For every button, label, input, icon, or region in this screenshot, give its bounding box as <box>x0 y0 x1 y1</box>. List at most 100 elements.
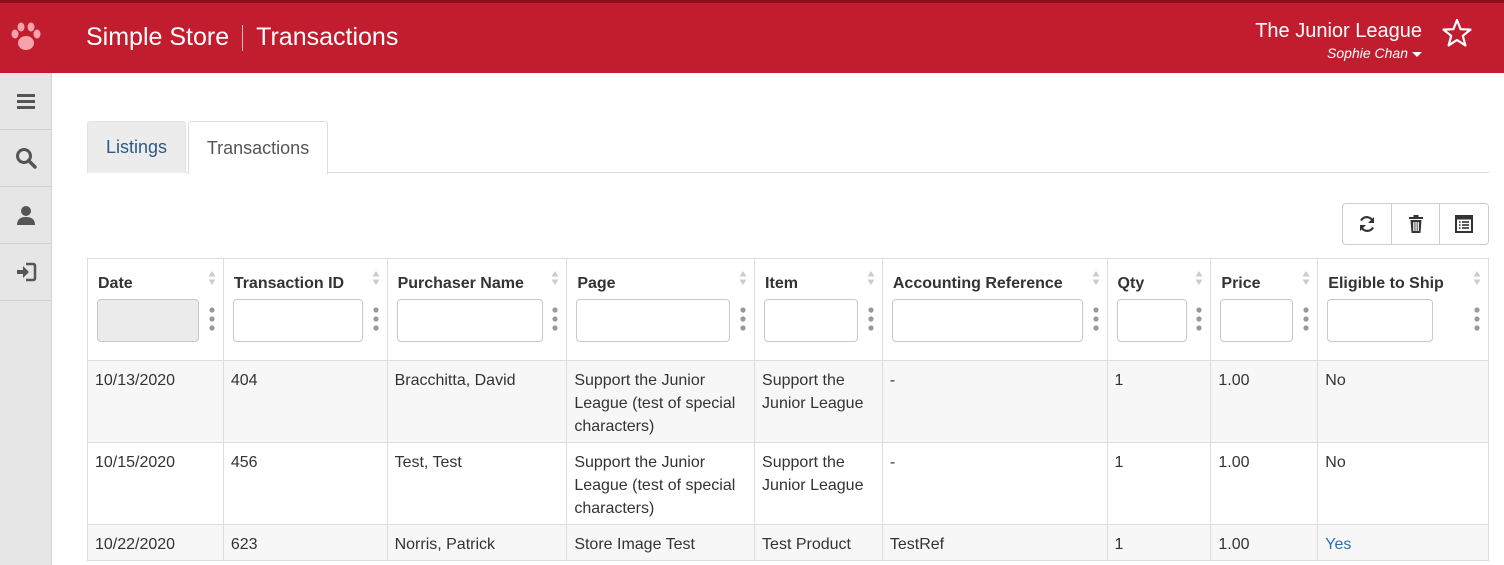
delete-button[interactable] <box>1392 204 1441 244</box>
eligible-to-ship-filter-input[interactable] <box>1327 299 1434 342</box>
column-menu-icon[interactable] <box>1303 306 1309 332</box>
transactions-grid: Date Transaction ID Purchaser Name Page … <box>87 258 1489 561</box>
paw-logo-icon[interactable] <box>8 19 44 55</box>
caret-down-icon <box>1412 51 1422 57</box>
column-header[interactable]: Price <box>1211 259 1319 360</box>
sort-icon[interactable] <box>551 270 559 286</box>
sort-icon[interactable] <box>372 270 380 286</box>
qty-cell: 1 <box>1108 443 1212 524</box>
star-icon[interactable] <box>1442 18 1472 48</box>
column-header[interactable]: Purchaser Name <box>388 259 568 360</box>
eligible-to-ship-cell: No <box>1325 372 1346 389</box>
column-menu-icon[interactable] <box>209 306 215 332</box>
column-header[interactable]: Qty <box>1108 259 1212 360</box>
column-title: Qty <box>1117 275 1145 292</box>
purchaser-name-cell: Norris, Patrick <box>388 525 568 560</box>
accounting-reference-cell: - <box>883 443 1108 524</box>
column-title: Item <box>765 275 798 292</box>
price-cell: 1.00 <box>1211 443 1319 524</box>
column-menu-icon[interactable] <box>1474 306 1480 332</box>
page-cell: Support the Junior League (test of speci… <box>567 443 756 524</box>
tab-listings[interactable]: Listings <box>87 121 186 173</box>
column-menu-icon[interactable] <box>1092 306 1099 332</box>
date-cell: 10/13/2020 <box>88 361 224 442</box>
grid-toolbar <box>1342 203 1489 245</box>
accounting-reference-cell: TestRef <box>883 525 1108 560</box>
search-icon <box>16 148 37 169</box>
sort-icon[interactable] <box>1092 270 1100 286</box>
column-chooser-icon <box>1455 215 1474 233</box>
column-header[interactable]: Transaction ID <box>224 259 388 360</box>
column-title: Eligible to Ship <box>1328 275 1444 292</box>
column-header[interactable]: Eligible to Ship <box>1318 259 1488 360</box>
transaction-id-cell: 623 <box>224 525 388 560</box>
sidebar-search-button[interactable] <box>0 130 52 187</box>
sort-icon[interactable] <box>1473 270 1481 286</box>
user-menu-toggle[interactable]: Sophie Chan <box>1327 45 1422 61</box>
user-icon <box>17 206 35 225</box>
page-filter-input[interactable] <box>576 299 731 342</box>
column-title: Page <box>577 275 616 292</box>
column-menu-icon[interactable] <box>372 306 379 332</box>
column-menu-icon[interactable] <box>740 306 746 332</box>
column-title: Date <box>98 275 133 292</box>
eligible-to-ship-link[interactable]: Yes <box>1318 525 1488 560</box>
column-header[interactable]: Date <box>88 259 224 360</box>
app-name[interactable]: Simple Store <box>86 23 229 52</box>
sort-icon[interactable] <box>867 270 875 286</box>
accounting-reference-cell: - <box>883 361 1108 442</box>
left-sidebar <box>0 73 52 565</box>
price-cell: 1.00 <box>1211 525 1319 560</box>
user-name: Sophie Chan <box>1327 45 1408 61</box>
sidebar-sign-in-button[interactable] <box>0 244 52 301</box>
page-title: Transactions <box>256 23 399 51</box>
price-filter-input[interactable] <box>1220 299 1294 342</box>
item-cell: Test Product <box>755 525 883 560</box>
column-title: Purchaser Name <box>397 275 524 292</box>
purchaser-name-filter-input[interactable] <box>396 299 543 342</box>
page-cell: Store Image Test <box>567 525 756 560</box>
column-chooser-button[interactable] <box>1440 204 1488 244</box>
refresh-icon <box>1359 216 1374 232</box>
sidebar-user-button[interactable] <box>0 187 52 244</box>
column-menu-icon[interactable] <box>552 306 558 332</box>
table-row[interactable]: 10/13/2020 404 Bracchitta, David Support… <box>88 361 1488 443</box>
item-cell: Support the Junior League <box>755 443 883 524</box>
column-header[interactable]: Item <box>755 259 883 360</box>
column-menu-icon[interactable] <box>868 306 874 332</box>
top-header: Simple Store Transactions The Junior Lea… <box>0 0 1504 73</box>
transaction-id-cell: 456 <box>224 443 388 524</box>
table-row[interactable]: 10/15/2020 456 Test, Test Support the Ju… <box>88 443 1488 525</box>
column-menu-icon[interactable] <box>1196 306 1203 332</box>
column-title: Accounting Reference <box>892 275 1063 292</box>
eligible-to-ship-cell: No <box>1325 454 1346 471</box>
column-header[interactable]: Accounting Reference <box>883 259 1108 360</box>
sort-icon[interactable] <box>1195 270 1203 286</box>
qty-filter-input[interactable] <box>1116 299 1187 342</box>
tab-bar: Listings Transactions <box>87 121 1489 174</box>
transaction-id-filter-input[interactable] <box>232 299 363 342</box>
date-cell: 10/15/2020 <box>88 443 224 524</box>
refresh-button[interactable] <box>1343 204 1392 244</box>
breadcrumb-separator <box>242 24 244 51</box>
item-filter-input[interactable] <box>764 299 859 342</box>
sort-icon[interactable] <box>739 270 747 286</box>
org-user-menu: The Junior League Sophie Chan <box>1255 20 1422 63</box>
column-title: Transaction ID <box>233 275 345 292</box>
column-title: Price <box>1221 275 1261 292</box>
tab-transactions[interactable]: Transactions <box>188 121 328 174</box>
sign-in-icon <box>17 262 37 282</box>
menu-icon <box>17 94 35 109</box>
column-header[interactable]: Page <box>567 259 756 360</box>
header-row: Date Transaction ID Purchaser Name Page … <box>88 259 1488 361</box>
price-cell: 1.00 <box>1211 361 1319 442</box>
page-cell: Support the Junior League (test of speci… <box>567 361 756 442</box>
breadcrumb: Simple Store Transactions <box>86 23 398 52</box>
sort-icon[interactable] <box>1302 270 1310 286</box>
date-cell: 10/22/2020 <box>88 525 224 560</box>
sort-icon[interactable] <box>208 270 216 286</box>
accounting-reference-filter-input[interactable] <box>891 299 1083 342</box>
purchaser-name-cell: Test, Test <box>388 443 568 524</box>
table-row[interactable]: 10/22/2020 623 Norris, Patrick Store Ima… <box>88 525 1488 561</box>
sidebar-menu-button[interactable] <box>0 73 52 130</box>
